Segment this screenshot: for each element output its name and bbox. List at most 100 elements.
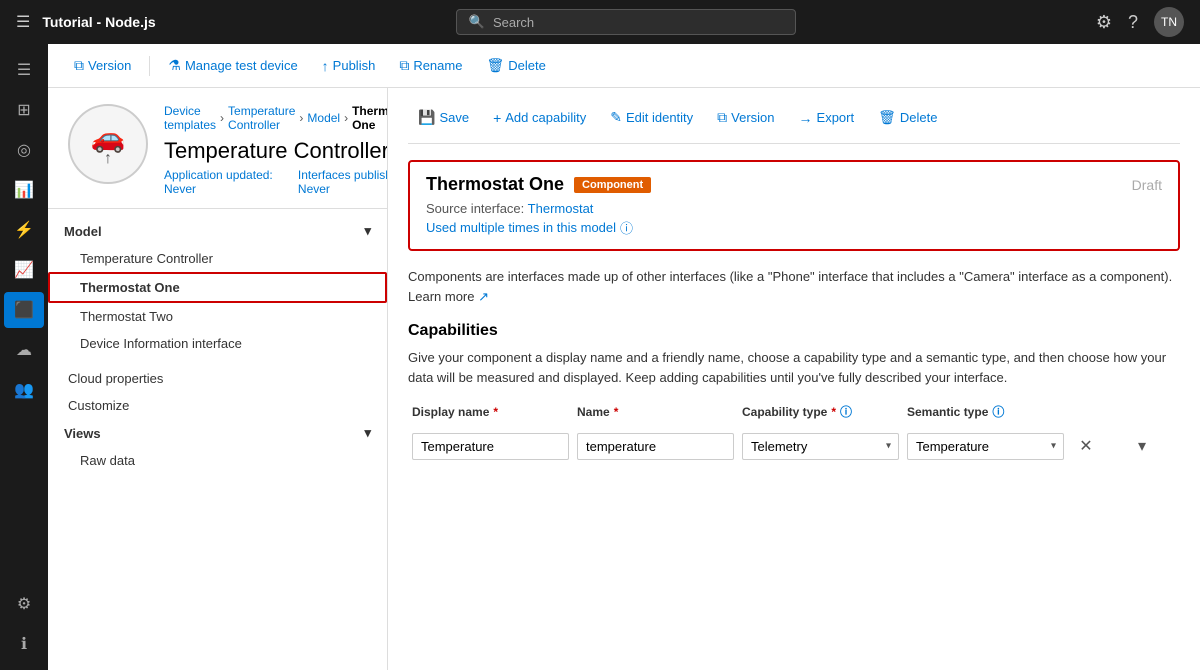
user-avatar[interactable]: TN [1154,7,1184,37]
header-display-name: Display name * [412,403,569,420]
rename-icon: ⧉ [399,57,409,74]
info-icon: ⓘ [620,218,633,237]
hamburger-icon[interactable]: ☰ [16,12,30,32]
cap-type-info-icon[interactable]: ⓘ [840,403,852,420]
pencil-icon: ✎ [610,109,622,126]
views-section-header[interactable]: Views ▾ [48,419,387,447]
toolbar-divider-1 [149,56,150,76]
gear-icon[interactable]: ⚙ [1096,12,1112,33]
sidebar-nav-globe[interactable]: ◎ [4,132,44,168]
display-name-input[interactable] [412,433,569,460]
sidebar-nav-grid[interactable]: ⊞ [4,92,44,128]
breadcrumb-sep2: › [299,111,303,125]
search-placeholder: Search [493,15,534,30]
capability-row: Telemetry Property Command ▾ Temperature… [408,428,1180,464]
nav-item-thermostat-two[interactable]: Thermostat Two [48,303,387,330]
sidebar-nav-cloud[interactable]: ☁ [4,332,44,368]
topbar: ☰ Tutorial - Node.js 🔍 Search ⚙ ? TN [0,0,1200,44]
delete-action-icon: 🗑 [878,109,896,126]
version-button[interactable]: ⧉ Version [64,52,141,79]
capabilities-title: Capabilities [408,322,1180,340]
right-panel: 💾 Save + Add capability ✎ Edit identity … [388,88,1200,670]
customize-header[interactable]: Customize [48,392,387,419]
edit-identity-button[interactable]: ✎ Edit identity [600,104,703,131]
breadcrumb-sep3: › [344,111,348,125]
main-area: ⧉ Version ⚗ Manage test device ↑ Publish… [48,44,1200,670]
save-button[interactable]: 💾 Save [408,104,479,131]
name-input[interactable] [577,433,734,460]
views-label: Views [64,426,101,441]
nav-item-device-info[interactable]: Device Information interface [48,330,387,357]
learn-more-link[interactable]: ↗ [478,289,489,304]
expand-row-button[interactable]: ▾ [1128,432,1156,460]
nav-item-raw-data[interactable]: Raw data [48,447,387,474]
breadcrumb-device-templates[interactable]: Device templates [164,104,216,132]
delete-button[interactable]: 🗑 Delete [476,52,555,79]
topbar-left: ☰ Tutorial - Node.js [16,12,156,32]
component-card: Thermostat One Component Draft Source in… [408,160,1180,251]
semantic-type-select[interactable]: Temperature Humidity None [907,433,1064,460]
sidebar-nav-chart[interactable]: 📊 [4,172,44,208]
component-description: Components are interfaces made up of oth… [408,267,1180,306]
cloud-properties-header[interactable]: Cloud properties [48,365,387,392]
sidebar-nav-settings[interactable]: ⚙ [4,586,44,622]
sidebar-nav-lightning[interactable]: ⚡ [4,212,44,248]
required-star-2: * [614,405,619,419]
breadcrumb-temperature-controller[interactable]: Temperature Controller [228,104,295,132]
delete-action-button[interactable]: 🗑 Delete [868,104,947,131]
sidebar-nav-home[interactable]: ☰ [4,52,44,88]
collapse-icon: ▾ [364,223,371,239]
rename-button[interactable]: ⧉ Rename [389,52,472,79]
app-updated: Application updated: Never [164,168,282,196]
sidebar-nav-device[interactable]: ⬛ [4,292,44,328]
required-star-3: * [831,405,836,419]
capability-table-headers: Display name * Name * Capability type * … [408,403,1180,420]
search-icon: 🔍 [469,14,485,30]
cap-name-cell [577,433,734,460]
left-panel: 🚗 ↑ Device templates › Temperature Contr… [48,88,388,670]
breadcrumb-model[interactable]: Model [307,111,340,125]
manage-icon: ⚗ [168,57,181,74]
topbar-icons: ⚙ ? TN [1096,7,1184,37]
sidebar-nav-analytics[interactable]: 📈 [4,252,44,288]
icon-sidebar: ☰ ⊞ ◎ 📊 ⚡ 📈 ⬛ ☁ 👥 ⚙ ℹ [0,44,48,670]
manage-test-device-button[interactable]: ⚗ Manage test device [158,52,307,79]
capability-type-select[interactable]: Telemetry Property Command [742,433,899,460]
publish-button[interactable]: ↑ Publish [312,53,386,79]
model-section-header[interactable]: Model ▾ [48,217,387,245]
version-action-button[interactable]: ⧉ Version [707,104,784,131]
cap-capability-type-cell: Telemetry Property Command ▾ [742,433,899,460]
breadcrumb-sep1: › [220,111,224,125]
export-icon: → [799,110,813,126]
app-title: Tutorial - Node.js [42,14,155,30]
source-link[interactable]: Thermostat [528,201,594,216]
add-capability-button[interactable]: + Add capability [483,105,596,131]
save-icon: 💾 [418,109,435,126]
device-icon-up: ↑ [104,150,112,168]
component-header: Thermostat One Component Draft [426,174,1162,195]
device-icon: 🚗 ↑ [68,104,148,184]
nav-item-thermostat-one[interactable]: Thermostat One [48,272,387,303]
sidebar-nav-users[interactable]: 👥 [4,372,44,408]
header-expand [1128,403,1176,420]
layout: ☰ ⊞ ◎ 📊 ⚡ 📈 ⬛ ☁ 👥 ⚙ ℹ ⧉ Version ⚗ Manage… [0,44,1200,670]
publish-icon: ↑ [322,58,329,74]
breadcrumb: Device templates › Temperature Controlle… [164,104,388,132]
interfaces-published: Interfaces published: Never [298,168,388,196]
required-star-1: * [493,405,498,419]
search-bar[interactable]: 🔍 Search [456,9,796,35]
help-icon[interactable]: ? [1128,12,1138,33]
header-capability-type: Capability type * ⓘ [742,403,899,420]
model-label: Model [64,224,102,239]
draft-label: Draft [1132,177,1162,193]
sidebar-nav-info[interactable]: ℹ [4,626,44,662]
export-button[interactable]: → Export [789,105,865,131]
nav-item-temperature-controller[interactable]: Temperature Controller [48,245,387,272]
delete-row-button[interactable]: ✕ [1072,432,1100,460]
header-name: Name * [577,403,734,420]
device-header-info: Device templates › Temperature Controlle… [164,104,388,196]
device-meta: Application updated: Never Interfaces pu… [164,168,388,196]
semantic-type-info-icon[interactable]: ⓘ [992,403,1004,420]
component-used[interactable]: Used multiple times in this model ⓘ [426,218,1162,237]
device-header: 🚗 ↑ Device templates › Temperature Contr… [48,88,387,209]
